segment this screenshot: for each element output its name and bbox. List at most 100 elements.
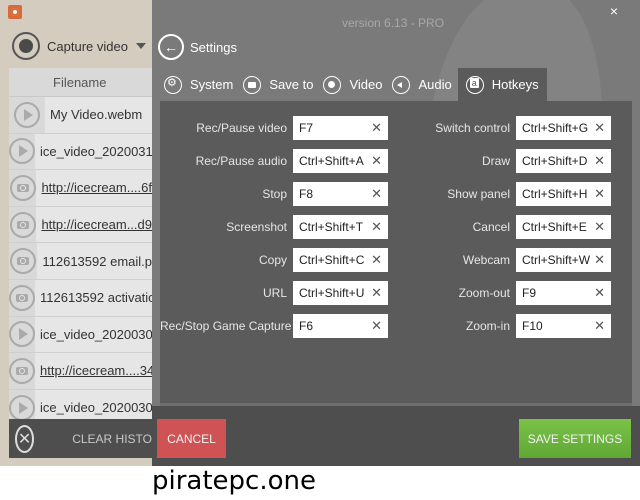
- file-list-item[interactable]: ice_video_20200312: [9, 133, 152, 171]
- close-circle-icon: ✕: [15, 424, 35, 453]
- hotkey-value: Ctrl+Shift+E: [522, 220, 587, 234]
- arrow-left-icon: ←: [158, 34, 184, 60]
- back-button[interactable]: ← Settings: [158, 34, 237, 60]
- play-icon[interactable]: [14, 101, 40, 128]
- settings-tabs: System Save to Video Audio Hotkeys: [160, 68, 549, 101]
- hotkey-row: Show panel Ctrl+Shift+H ✕: [160, 182, 611, 206]
- hotkey-value: Ctrl+Shift+G: [522, 121, 589, 135]
- record-icon: [12, 32, 40, 60]
- file-thumb: [9, 243, 38, 279]
- tab-label: Hotkeys: [491, 77, 539, 92]
- filename-column-header[interactable]: Filename: [9, 68, 152, 97]
- clear-hotkey-icon[interactable]: ✕: [594, 285, 605, 301]
- hotkey-label: Cancel: [472, 220, 510, 234]
- hotkey-label: Zoom-in: [465, 319, 510, 333]
- file-name: 112613592 email.p: [42, 253, 152, 269]
- file-list-item[interactable]: My Video.webm: [9, 97, 152, 134]
- camera-icon[interactable]: [10, 248, 37, 275]
- hotkey-input[interactable]: Ctrl+Shift+H ✕: [516, 182, 611, 206]
- dialog-footer: CANCEL SAVE SETTINGS: [152, 406, 640, 466]
- folder-icon: [243, 75, 262, 94]
- hotkey-row: Zoom-in F10 ✕: [160, 314, 611, 338]
- play-icon[interactable]: [9, 394, 35, 421]
- hotkey-input[interactable]: Ctrl+Shift+W ✕: [516, 248, 611, 272]
- file-list-item[interactable]: 112613592 email.p: [9, 243, 152, 280]
- file-name: ice_video_2020030: [40, 400, 152, 416]
- watermark-text: piratepc.one: [152, 466, 316, 496]
- tab-label: Save to: [269, 77, 314, 92]
- file-name[interactable]: http://icecream....6f: [41, 180, 152, 195]
- hotkey-input[interactable]: Ctrl+Shift+G ✕: [516, 116, 611, 140]
- file-name: ice_video_20200312: [40, 143, 152, 159]
- hotkey-input[interactable]: F9 ✕: [516, 281, 611, 305]
- hotkey-label: Switch control: [435, 121, 510, 135]
- tab-system[interactable]: System: [160, 68, 237, 101]
- tab-label: Audio: [418, 77, 452, 92]
- close-icon[interactable]: ×: [610, 3, 618, 19]
- file-thumb: [9, 97, 45, 133]
- hotkey-value: F10: [522, 319, 543, 333]
- camera-icon[interactable]: [9, 284, 35, 311]
- file-thumb: [9, 206, 37, 243]
- hotkeys-panel: Rec/Pause video F7 ✕ Rec/Pause audio Ctrl+Sh…: [160, 101, 632, 406]
- capture-label: Capture video: [47, 38, 128, 54]
- play-icon[interactable]: [9, 138, 35, 165]
- hotkey-value: Ctrl+Shift+H: [522, 187, 588, 201]
- clear-history-button[interactable]: ✕ CLEAR HISTO: [9, 419, 152, 458]
- clear-hotkey-icon[interactable]: ✕: [594, 153, 605, 169]
- file-thumb: [9, 279, 35, 316]
- camera-icon[interactable]: [9, 357, 35, 384]
- hotkey-row: Cancel Ctrl+Shift+E ✕: [160, 215, 611, 239]
- hotkey-input[interactable]: F10 ✕: [516, 314, 611, 338]
- camera-icon[interactable]: [9, 211, 36, 238]
- cancel-button[interactable]: CANCEL: [157, 419, 226, 458]
- file-list-item[interactable]: ice_video_20200305: [9, 316, 152, 354]
- tab-video[interactable]: Video: [319, 68, 386, 101]
- clear-hotkey-icon[interactable]: ✕: [594, 120, 605, 136]
- file-list-item[interactable]: http://icecream....6f: [9, 170, 152, 207]
- tab-save-to[interactable]: Save to: [239, 68, 317, 101]
- save-settings-button[interactable]: SAVE SETTINGS: [519, 419, 631, 458]
- file-thumb: [9, 353, 35, 389]
- settings-dialog: version 6.13 - PRO × ← Settings System S…: [152, 0, 640, 466]
- tab-hotkeys[interactable]: Hotkeys: [457, 68, 547, 101]
- file-name: My Video.webm: [50, 107, 143, 123]
- clear-hotkey-icon[interactable]: ✕: [594, 186, 605, 202]
- clear-hotkey-icon[interactable]: ✕: [594, 318, 605, 334]
- tab-label: System: [190, 77, 234, 92]
- settings-title: Settings: [190, 39, 237, 55]
- hotkey-row: Zoom-out F9 ✕: [160, 281, 611, 305]
- app-logo-icon: [8, 5, 22, 19]
- hotkey-value: Ctrl+Shift+D: [522, 154, 588, 168]
- camera-icon[interactable]: [9, 174, 36, 201]
- chevron-down-icon: [135, 43, 146, 49]
- file-thumb: [9, 170, 37, 206]
- gear-icon: [164, 75, 182, 94]
- hotkey-input[interactable]: Ctrl+Shift+E ✕: [516, 215, 611, 239]
- file-list: Filename My Video.webm ice_video_20200312…: [9, 68, 152, 424]
- file-thumb: [9, 133, 35, 170]
- file-name[interactable]: http://icecream....34: [40, 363, 152, 378]
- tab-audio[interactable]: Audio: [388, 68, 455, 101]
- hotkey-label: Draw: [481, 154, 510, 168]
- hotkey-value: Ctrl+Shift+W: [522, 253, 591, 267]
- video-icon: [323, 75, 342, 94]
- speaker-icon: [392, 75, 411, 94]
- hotkey-label: Webcam: [462, 253, 510, 267]
- hotkey-row: Webcam Ctrl+Shift+W ✕: [160, 248, 611, 272]
- file-list-item[interactable]: 112613592 activatio: [9, 279, 152, 317]
- hotkey-label: Zoom-out: [458, 286, 510, 300]
- play-icon[interactable]: [9, 321, 35, 348]
- clear-hotkey-icon[interactable]: ✕: [594, 219, 605, 235]
- tab-label: Video: [349, 77, 383, 92]
- file-list-item[interactable]: http://icecream....34: [9, 353, 152, 390]
- hotkey-label: Show panel: [447, 187, 510, 201]
- file-thumb: [9, 316, 35, 353]
- capture-video-dropdown[interactable]: Capture video: [12, 32, 146, 60]
- clear-hotkey-icon[interactable]: ✕: [594, 252, 605, 268]
- hotkey-input[interactable]: Ctrl+Shift+D ✕: [516, 149, 611, 173]
- file-name: 112613592 activatio: [40, 290, 152, 306]
- file-name[interactable]: http://icecream...d9: [41, 217, 152, 232]
- hotkey-value: F9: [522, 286, 537, 300]
- file-list-item[interactable]: http://icecream...d9: [9, 206, 152, 244]
